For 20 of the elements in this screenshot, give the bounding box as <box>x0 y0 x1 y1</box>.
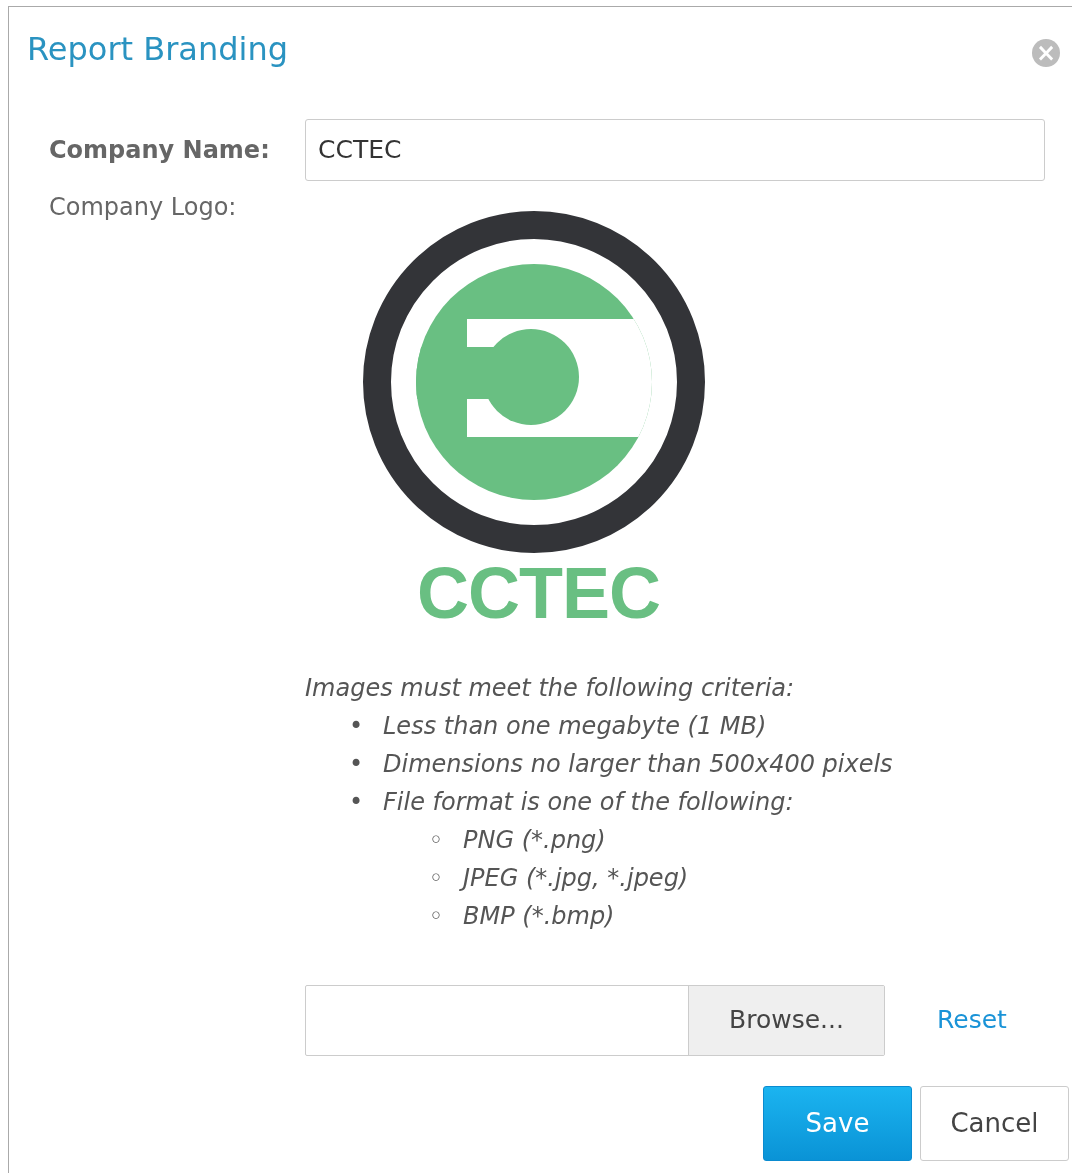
field-label: Company Logo: <box>49 192 237 221</box>
bullet-icon: • <box>349 706 375 745</box>
logo-text: CCTEC <box>417 556 661 629</box>
company-name-field[interactable]: CCTEC <box>305 118 1045 181</box>
file-field[interactable]: Browse... <box>305 984 885 1056</box>
browse-button[interactable]: Browse... <box>688 985 884 1055</box>
dialog-title: Report Branding <box>27 29 289 70</box>
field-label: Company Name: <box>49 134 270 166</box>
bullet-icon: ◦ <box>429 858 455 897</box>
criteria-item: File format is one of the following: <box>383 786 794 818</box>
format-item: PNG (*.png) <box>463 824 606 856</box>
cancel-button[interactable]: Cancel <box>920 1085 1069 1161</box>
bullet-icon: • <box>349 782 375 821</box>
bullet-icon: ◦ <box>429 820 455 859</box>
format-item: BMP (*.bmp) <box>463 900 615 932</box>
criteria-item: Dimensions no larger than 500x400 pixels <box>383 748 893 780</box>
bullet-icon: • <box>349 744 375 783</box>
bullet-icon: ◦ <box>429 896 455 935</box>
criteria-intro: Images must meet the following criteria: <box>305 672 796 704</box>
criteria-item: Less than one megabyte (1 MB) <box>383 710 767 742</box>
